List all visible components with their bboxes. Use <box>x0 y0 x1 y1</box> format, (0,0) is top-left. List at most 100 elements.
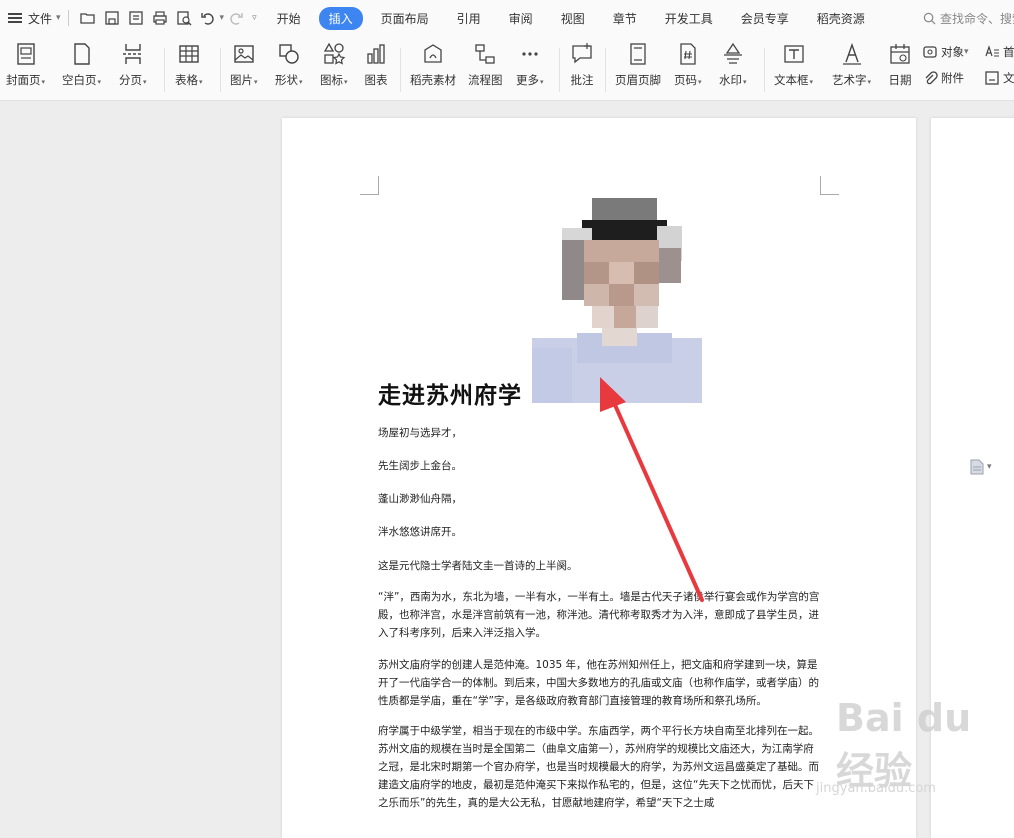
flowchart-label: 流程图 <box>468 73 503 87</box>
document-part-icon <box>985 71 999 85</box>
cover-page-icon <box>16 43 35 65</box>
tab-insert[interactable]: 插入 <box>318 6 363 30</box>
redo-icon[interactable] <box>227 9 245 27</box>
tab-developer[interactable]: 开发工具 <box>655 7 723 30</box>
icon-button[interactable]: 图标▾ <box>320 42 348 88</box>
flowchart-icon <box>475 44 495 64</box>
chart-label: 图表 <box>364 73 388 87</box>
table-button[interactable]: 表格▾ <box>175 42 203 88</box>
picture-button[interactable]: 图片▾ <box>230 42 258 88</box>
poem-line-4[interactable]: 泮水悠悠讲席开。 <box>378 525 822 539</box>
comment-button[interactable]: 批注 <box>570 42 594 88</box>
undo-dropdown-icon[interactable]: ▾ <box>220 13 225 23</box>
watermark-icon <box>723 42 742 64</box>
poem-line-2[interactable]: 先生阔步上金台。 <box>378 459 822 473</box>
document-assist-button[interactable]: ▾ <box>970 459 992 475</box>
export-pdf-icon[interactable] <box>127 9 145 27</box>
print-icon[interactable] <box>151 9 169 27</box>
calendar-icon <box>890 44 910 64</box>
tab-home[interactable]: 开始 <box>267 7 311 30</box>
menu-icon[interactable] <box>8 13 22 23</box>
tab-member[interactable]: 会员专享 <box>731 7 799 30</box>
attachment-button[interactable]: 附件 <box>922 70 964 86</box>
object-label: 对象 <box>941 45 964 59</box>
document-page[interactable]: 走进苏州府学 场屋初与选异才， 先生阔步上金台。 蓬山渺渺仙舟隔， 泮水悠悠讲席… <box>282 118 916 838</box>
photo-ear-right <box>659 248 681 283</box>
photo-cheek-right <box>634 284 659 306</box>
header-footer-icon <box>630 43 646 65</box>
tab-references[interactable]: 引用 <box>447 7 491 30</box>
text-box-icon <box>783 45 804 63</box>
photo-chin <box>614 306 636 328</box>
margin-mark-top-left <box>360 176 379 195</box>
table-label: 表格 <box>175 73 198 87</box>
page-number-button[interactable]: 页码▾ <box>674 42 702 88</box>
blank-page-icon <box>73 43 90 65</box>
drop-cap-icon <box>985 45 999 57</box>
photo-mouth <box>609 284 634 306</box>
header-footer-button[interactable]: 页眉页脚 <box>615 42 661 88</box>
undo-icon[interactable] <box>199 9 217 27</box>
blank-page-button[interactable]: 空白页▾ <box>62 42 101 88</box>
divider <box>559 48 560 92</box>
page-number-icon <box>680 43 696 65</box>
poem-line-3[interactable]: 蓬山渺渺仙舟隔， <box>378 492 822 506</box>
drop-cap-button[interactable]: 首 <box>984 44 1014 60</box>
more-button[interactable]: 更多▾ <box>516 42 544 88</box>
divider <box>220 48 221 92</box>
tab-page-layout[interactable]: 页面布局 <box>371 7 439 30</box>
flowchart-button[interactable]: 流程图 <box>468 42 503 88</box>
shape-icon <box>279 44 299 64</box>
material-icon <box>424 44 442 63</box>
page-break-button[interactable]: 分页▾ <box>119 42 147 88</box>
divider <box>400 48 401 92</box>
save-icon[interactable] <box>103 9 121 27</box>
word-art-label: 艺术字 <box>832 73 867 87</box>
docer-material-label: 稻壳素材 <box>410 73 456 87</box>
object-button[interactable]: 对象 ▾ <box>922 44 969 60</box>
watermark-button[interactable]: 水印▾ <box>719 42 747 88</box>
customize-dropdown-icon[interactable]: ▿ <box>252 13 257 23</box>
chart-button[interactable]: 图表 <box>364 42 388 88</box>
cover-page-button[interactable]: 封面页▾ <box>6 42 45 88</box>
text-box-button[interactable]: 文本框▾ <box>774 42 813 88</box>
search-icon <box>923 12 936 25</box>
date-button[interactable]: 日期 <box>888 42 912 88</box>
print-preview-icon[interactable] <box>175 9 193 27</box>
command-search[interactable]: 查找命令、搜索 <box>923 10 1014 27</box>
tab-docer[interactable]: 稻壳资源 <box>807 7 875 30</box>
photo-eye-left <box>584 262 609 284</box>
paragraph-2[interactable]: 苏州文庙府学的创建人是范仲淹。1035 年，他在苏州知州任上，把文庙和府学建到一… <box>378 656 822 710</box>
portrait-photo[interactable] <box>532 198 702 403</box>
paperclip-icon <box>925 71 938 85</box>
poem-line-1[interactable]: 场屋初与选异才， <box>378 426 822 440</box>
file-menu[interactable]: 文件 <box>28 10 52 27</box>
photo-neck <box>602 328 637 346</box>
photo-hair-top <box>592 198 657 220</box>
intro-line[interactable]: 这是元代隐士学者陆文圭一首诗的上半阕。 <box>378 559 822 573</box>
doc-part-button[interactable]: 文 <box>984 70 1014 86</box>
document-title[interactable]: 走进苏州府学 <box>378 376 522 410</box>
tab-section[interactable]: 章节 <box>603 7 647 30</box>
attachment-label: 附件 <box>941 71 964 85</box>
search-input[interactable]: 查找命令、搜索 <box>940 10 1014 27</box>
watermark-url: jingyan.baidu.com <box>816 781 936 796</box>
object-icon <box>923 46 937 58</box>
document-icon <box>970 459 984 475</box>
doc-part-label: 文 <box>1003 71 1014 85</box>
header-footer-label: 页眉页脚 <box>615 73 661 87</box>
tab-view[interactable]: 视图 <box>551 7 595 30</box>
paragraph-1[interactable]: “泮”，西南为水，东北为墙，一半有水，一半有土。墙是古代天子诸侯举行宴会或作为学… <box>378 588 822 642</box>
comment-label: 批注 <box>570 73 594 87</box>
docer-material-button[interactable]: 稻壳素材 <box>410 42 456 88</box>
paragraph-3[interactable]: 府学属于中级学堂，相当于现在的市级中学。东庙西学，两个平行长方块自南至北排列在一… <box>378 722 822 812</box>
menu-bar: 文件 ▾ ▾ ▿ 开始 插入 页面布局 引用 审阅 视图 章节 开发工具 会员专… <box>0 0 1014 36</box>
word-art-button[interactable]: 艺术字▾ <box>832 42 871 88</box>
tab-review[interactable]: 审阅 <box>499 7 543 30</box>
chevron-down-icon[interactable]: ▾ <box>56 13 61 23</box>
divider <box>605 48 606 92</box>
page-break-label: 分页 <box>119 73 142 87</box>
divider <box>164 48 165 92</box>
shape-button[interactable]: 形状▾ <box>275 42 303 88</box>
open-folder-icon[interactable] <box>79 9 97 27</box>
